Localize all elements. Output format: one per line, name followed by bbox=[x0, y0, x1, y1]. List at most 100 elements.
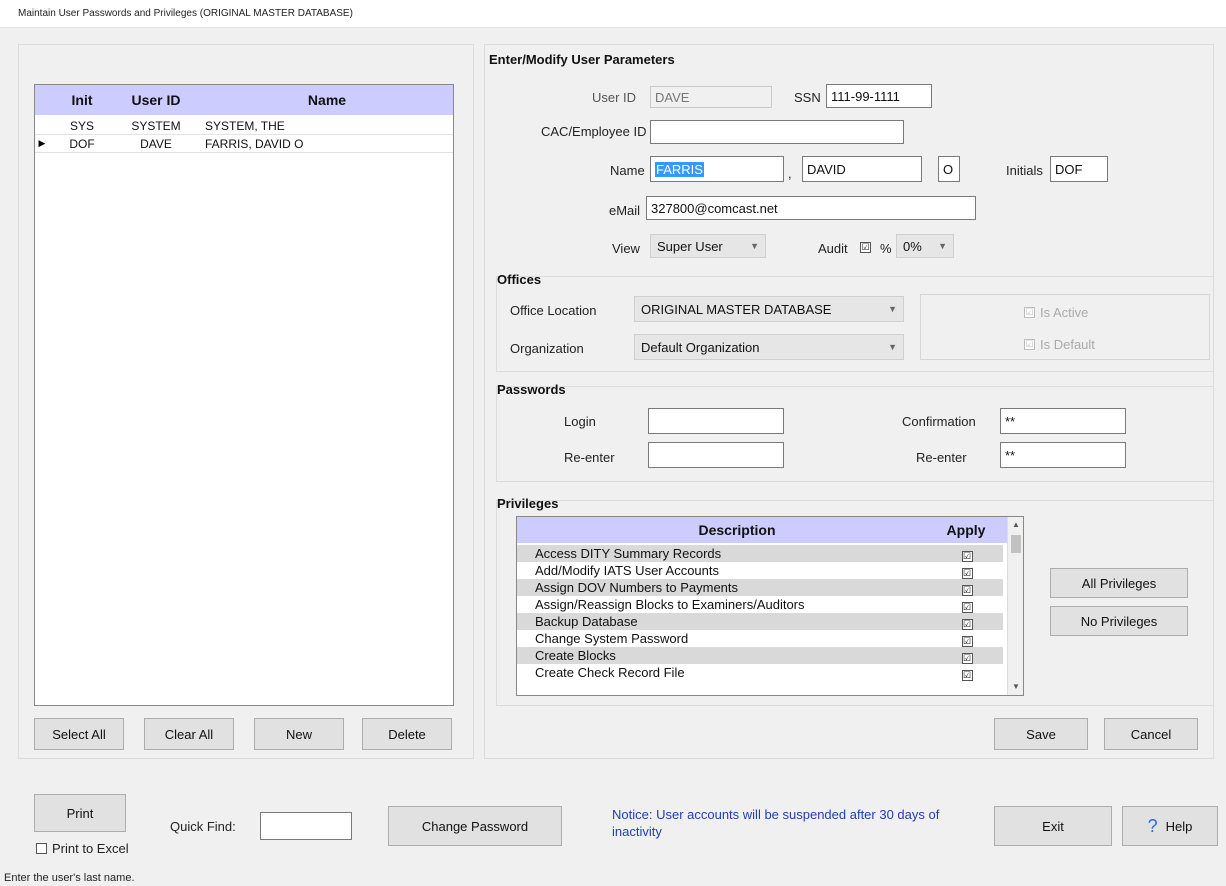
scroll-up-icon[interactable]: ▲ bbox=[1008, 517, 1023, 533]
current-row-indicator-icon: ▶ bbox=[38, 138, 46, 148]
print-to-excel-label: Print to Excel bbox=[52, 841, 129, 856]
privileges-scrollbar[interactable]: ▲ ▼ bbox=[1007, 517, 1023, 695]
privilege-description: Assign/Reassign Blocks to Examiners/Audi… bbox=[535, 597, 805, 612]
exit-button[interactable]: Exit bbox=[994, 806, 1112, 846]
privilege-description: Create Check Record File bbox=[535, 665, 685, 680]
privilege-description: Access DITY Summary Records bbox=[535, 546, 722, 561]
reenter-password-field[interactable] bbox=[648, 442, 784, 468]
no-privileges-button[interactable]: No Privileges bbox=[1050, 606, 1188, 636]
privilege-description: Add/Modify IATS User Accounts bbox=[535, 563, 719, 578]
column-header-user-id[interactable]: User ID bbox=[111, 85, 201, 115]
privilege-row[interactable]: Access DITY Summary Records ☑ bbox=[517, 545, 1003, 562]
audit-label: Audit bbox=[818, 241, 848, 256]
users-grid: Init User ID Name SYS SYSTEM SYSTEM, THE… bbox=[34, 84, 454, 706]
office-location-label: Office Location bbox=[510, 303, 597, 318]
row-user-id: DAVE bbox=[140, 136, 172, 151]
select-all-button[interactable]: Select All bbox=[34, 718, 124, 750]
privilege-row[interactable]: Assign DOV Numbers to Payments ☑ bbox=[517, 579, 1003, 596]
new-button[interactable]: New bbox=[254, 718, 344, 750]
status-bar: Enter the user's last name. bbox=[0, 872, 1226, 886]
privilege-apply-checkbox[interactable]: ☑ bbox=[961, 568, 973, 579]
print-button[interactable]: Print bbox=[34, 794, 126, 832]
office-location-value: ORIGINAL MASTER DATABASE bbox=[641, 301, 832, 317]
privilege-apply-checkbox[interactable]: ☑ bbox=[961, 602, 973, 613]
clear-all-button[interactable]: Clear All bbox=[144, 718, 234, 750]
user-id-field: DAVE bbox=[650, 86, 772, 108]
users-grid-header: Init User ID Name bbox=[35, 85, 453, 115]
help-label: Help bbox=[1165, 818, 1193, 834]
offices-section-title: Offices bbox=[497, 272, 542, 287]
organization-label: Organization bbox=[510, 341, 584, 356]
chevron-down-icon: ▼ bbox=[888, 342, 897, 352]
privilege-row[interactable]: Change System Password ☑ bbox=[517, 630, 1003, 647]
quick-find-input[interactable] bbox=[260, 812, 352, 840]
print-to-excel-checkbox[interactable] bbox=[36, 843, 47, 854]
column-header-name[interactable]: Name bbox=[201, 85, 453, 115]
view-label: View bbox=[612, 241, 640, 256]
save-button[interactable]: Save bbox=[994, 718, 1088, 750]
row-name: FARRIS, DAVID O bbox=[205, 136, 304, 151]
cac-field[interactable] bbox=[650, 120, 904, 144]
office-location-select[interactable]: ORIGINAL MASTER DATABASE ▼ bbox=[634, 296, 904, 322]
all-privileges-button[interactable]: All Privileges bbox=[1050, 568, 1188, 598]
change-password-button[interactable]: Change Password bbox=[388, 806, 562, 846]
last-name-text: FARRIS bbox=[655, 161, 704, 177]
audit-percent-value: 0% bbox=[903, 238, 922, 254]
confirmation-label: Confirmation bbox=[902, 414, 976, 429]
table-row[interactable]: ▶ DOF DAVE FARRIS, DAVID O bbox=[35, 135, 453, 153]
privilege-apply-checkbox[interactable]: ☑ bbox=[961, 619, 973, 630]
privilege-row[interactable]: Create Blocks ☑ bbox=[517, 647, 1003, 664]
help-button[interactable]: ? Help bbox=[1122, 806, 1218, 846]
column-header-init[interactable]: Init bbox=[53, 85, 111, 115]
privilege-apply-checkbox[interactable]: ☑ bbox=[961, 636, 973, 647]
privilege-apply-checkbox[interactable]: ☑ bbox=[961, 585, 973, 596]
privilege-apply-checkbox[interactable]: ☑ bbox=[961, 551, 973, 562]
is-default-label: Is Default bbox=[1040, 337, 1095, 352]
login-label: Login bbox=[564, 414, 596, 429]
privilege-apply-checkbox[interactable]: ☑ bbox=[961, 653, 973, 664]
reenter-confirmation-field[interactable]: ** bbox=[1000, 442, 1126, 468]
confirmation-password-field[interactable]: ** bbox=[1000, 408, 1126, 434]
cac-label: CAC/Employee ID bbox=[541, 124, 647, 139]
table-row[interactable]: SYS SYSTEM SYSTEM, THE bbox=[35, 117, 453, 135]
params-section-title: Enter/Modify User Parameters bbox=[489, 52, 675, 67]
privilege-row[interactable]: Add/Modify IATS User Accounts ☑ bbox=[517, 562, 1003, 579]
user-id-label: User ID bbox=[592, 90, 637, 105]
privilege-row[interactable]: Backup Database ☑ bbox=[517, 613, 1003, 630]
column-header-description[interactable]: Description bbox=[535, 517, 939, 543]
view-select[interactable]: Super User ▼ bbox=[650, 234, 766, 258]
initials-field[interactable]: DOF bbox=[1050, 156, 1108, 182]
chevron-down-icon: ▼ bbox=[938, 241, 947, 251]
first-name-field[interactable]: DAVID bbox=[802, 156, 922, 182]
organization-select[interactable]: Default Organization ▼ bbox=[634, 334, 904, 360]
scroll-down-icon[interactable]: ▼ bbox=[1008, 679, 1023, 695]
chevron-down-icon: ▼ bbox=[750, 241, 759, 251]
help-icon: ? bbox=[1147, 815, 1158, 836]
window-titlebar: Maintain User Passwords and Privileges (… bbox=[0, 0, 1226, 28]
name-comma: , bbox=[788, 166, 792, 181]
inactivity-notice: Notice: User accounts will be suspended … bbox=[612, 807, 940, 839]
last-name-field[interactable]: FARRIS bbox=[650, 156, 784, 182]
window-title: Maintain User Passwords and Privileges (… bbox=[18, 8, 353, 19]
audit-checkbox[interactable]: ☑ bbox=[860, 242, 871, 253]
email-field[interactable]: 327800@comcast.net bbox=[646, 196, 976, 220]
privilege-apply-checkbox[interactable]: ☑ bbox=[961, 670, 973, 681]
quick-find-label: Quick Find: bbox=[170, 819, 236, 834]
privilege-row[interactable]: Create Check Record File ☑ bbox=[517, 664, 1003, 681]
delete-button[interactable]: Delete bbox=[362, 718, 452, 750]
ssn-label: SSN bbox=[794, 90, 821, 105]
privilege-description: Create Blocks bbox=[535, 648, 616, 663]
privilege-row[interactable]: Assign/Reassign Blocks to Examiners/Audi… bbox=[517, 596, 1003, 613]
cancel-button[interactable]: Cancel bbox=[1104, 718, 1198, 750]
scroll-thumb[interactable] bbox=[1011, 535, 1021, 553]
column-header-apply[interactable]: Apply bbox=[939, 517, 993, 543]
is-active-checkbox: ☑ bbox=[1024, 307, 1035, 318]
middle-initial-field[interactable]: O bbox=[938, 156, 960, 182]
login-password-field[interactable] bbox=[648, 408, 784, 434]
name-label: Name bbox=[610, 163, 645, 178]
reenter-label: Re-enter bbox=[564, 450, 615, 465]
ssn-field[interactable]: 111-99-1111 bbox=[826, 84, 932, 108]
initials-label: Initials bbox=[1006, 163, 1043, 178]
privilege-description: Assign DOV Numbers to Payments bbox=[535, 580, 739, 595]
audit-percent-select[interactable]: 0% ▼ bbox=[896, 234, 954, 258]
